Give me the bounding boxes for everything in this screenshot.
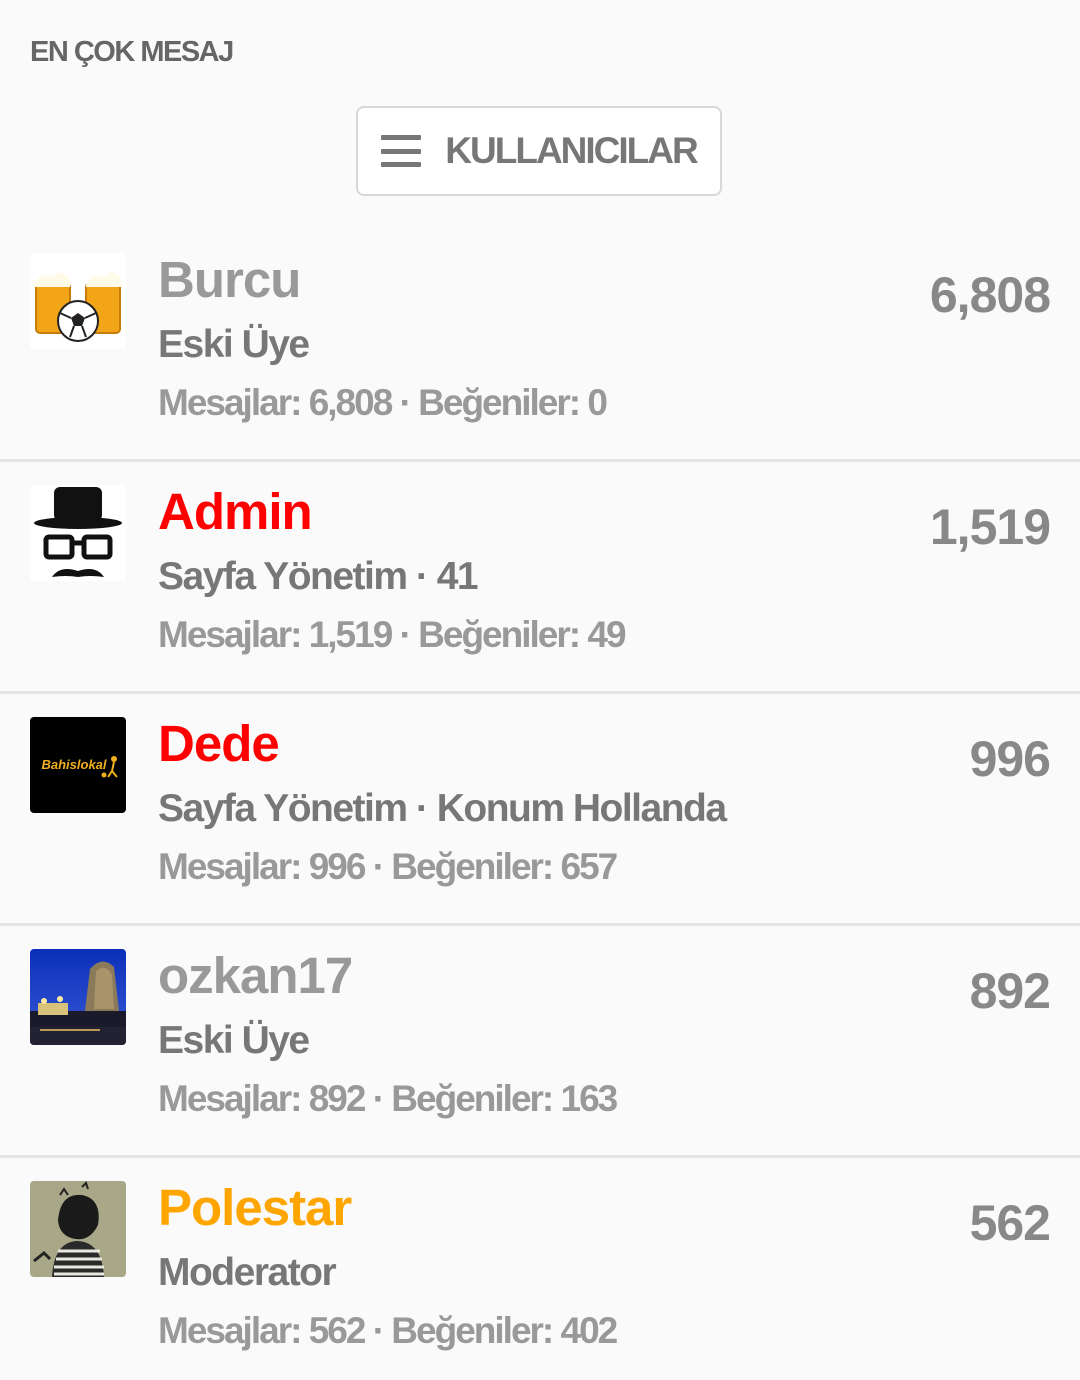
- message-count: 6,808: [929, 267, 1051, 323]
- user-row: Admin Sayfa Yönetim · 41 Mesajlar: 1,519…: [0, 462, 1080, 694]
- username[interactable]: Admin: [158, 482, 313, 541]
- message-count: 1,519: [929, 499, 1051, 555]
- user-stats: Mesajlar: 6,808 · Beğeniler: 0: [158, 382, 608, 423]
- user-stats: Mesajlar: 892 · Beğeniler: 163: [158, 1078, 618, 1119]
- hat-glasses-mustache-avatar[interactable]: [30, 485, 126, 581]
- users-menu-label: KULLANICILAR: [445, 130, 698, 171]
- user-title: Eski Üye: [158, 1019, 310, 1062]
- username[interactable]: Burcu: [158, 250, 301, 309]
- user-stats: Mesajlar: 996 · Beğeniler: 657: [158, 846, 618, 887]
- user-title: Sayfa Yönetim · 41: [158, 555, 479, 598]
- user-list: Burcu Eski Üye Mesajlar: 6,808 · Beğenil…: [0, 230, 1080, 1380]
- user-title: Eski Üye: [158, 323, 310, 366]
- user-row: Burcu Eski Üye Mesajlar: 6,808 · Beğenil…: [0, 230, 1080, 462]
- bahislokal-logo-avatar[interactable]: Bahislokal: [30, 717, 126, 813]
- username[interactable]: Polestar: [158, 1178, 352, 1237]
- beer-mugs-football-avatar[interactable]: [30, 253, 126, 349]
- message-count: 892: [969, 963, 1051, 1019]
- user-title: Moderator: [158, 1251, 337, 1294]
- user-stats: Mesajlar: 562 · Beğeniler: 402: [158, 1310, 618, 1351]
- section-title: EN ÇOK MESAJ: [30, 36, 234, 68]
- page: EN ÇOK MESAJ KULLANICILAR Burcu Eski Üye…: [0, 0, 1080, 1380]
- user-title: Sayfa Yönetim · Konum Hollanda: [158, 787, 727, 830]
- user-row: ozkan17 Eski Üye Mesajlar: 892 · Beğenil…: [0, 926, 1080, 1158]
- username[interactable]: Dede: [158, 714, 280, 773]
- svg-text:Bahislokal: Bahislokal: [41, 757, 106, 772]
- users-menu-button[interactable]: KULLANICILAR: [356, 106, 722, 196]
- night-city-photo-avatar[interactable]: [30, 949, 126, 1045]
- message-count: 996: [969, 731, 1051, 787]
- user-row: Bahislokal Dede Sayfa Yönetim · Konum Ho…: [0, 694, 1080, 926]
- hamburger-menu-icon: [381, 135, 422, 167]
- hooded-figure-photo-avatar[interactable]: [30, 1181, 126, 1277]
- user-row: Polestar Moderator Mesajlar: 562 · Beğen…: [0, 1158, 1080, 1380]
- user-stats: Mesajlar: 1,519 · Beğeniler: 49: [158, 614, 627, 655]
- message-count: 562: [969, 1195, 1051, 1251]
- username[interactable]: ozkan17: [158, 946, 353, 1005]
